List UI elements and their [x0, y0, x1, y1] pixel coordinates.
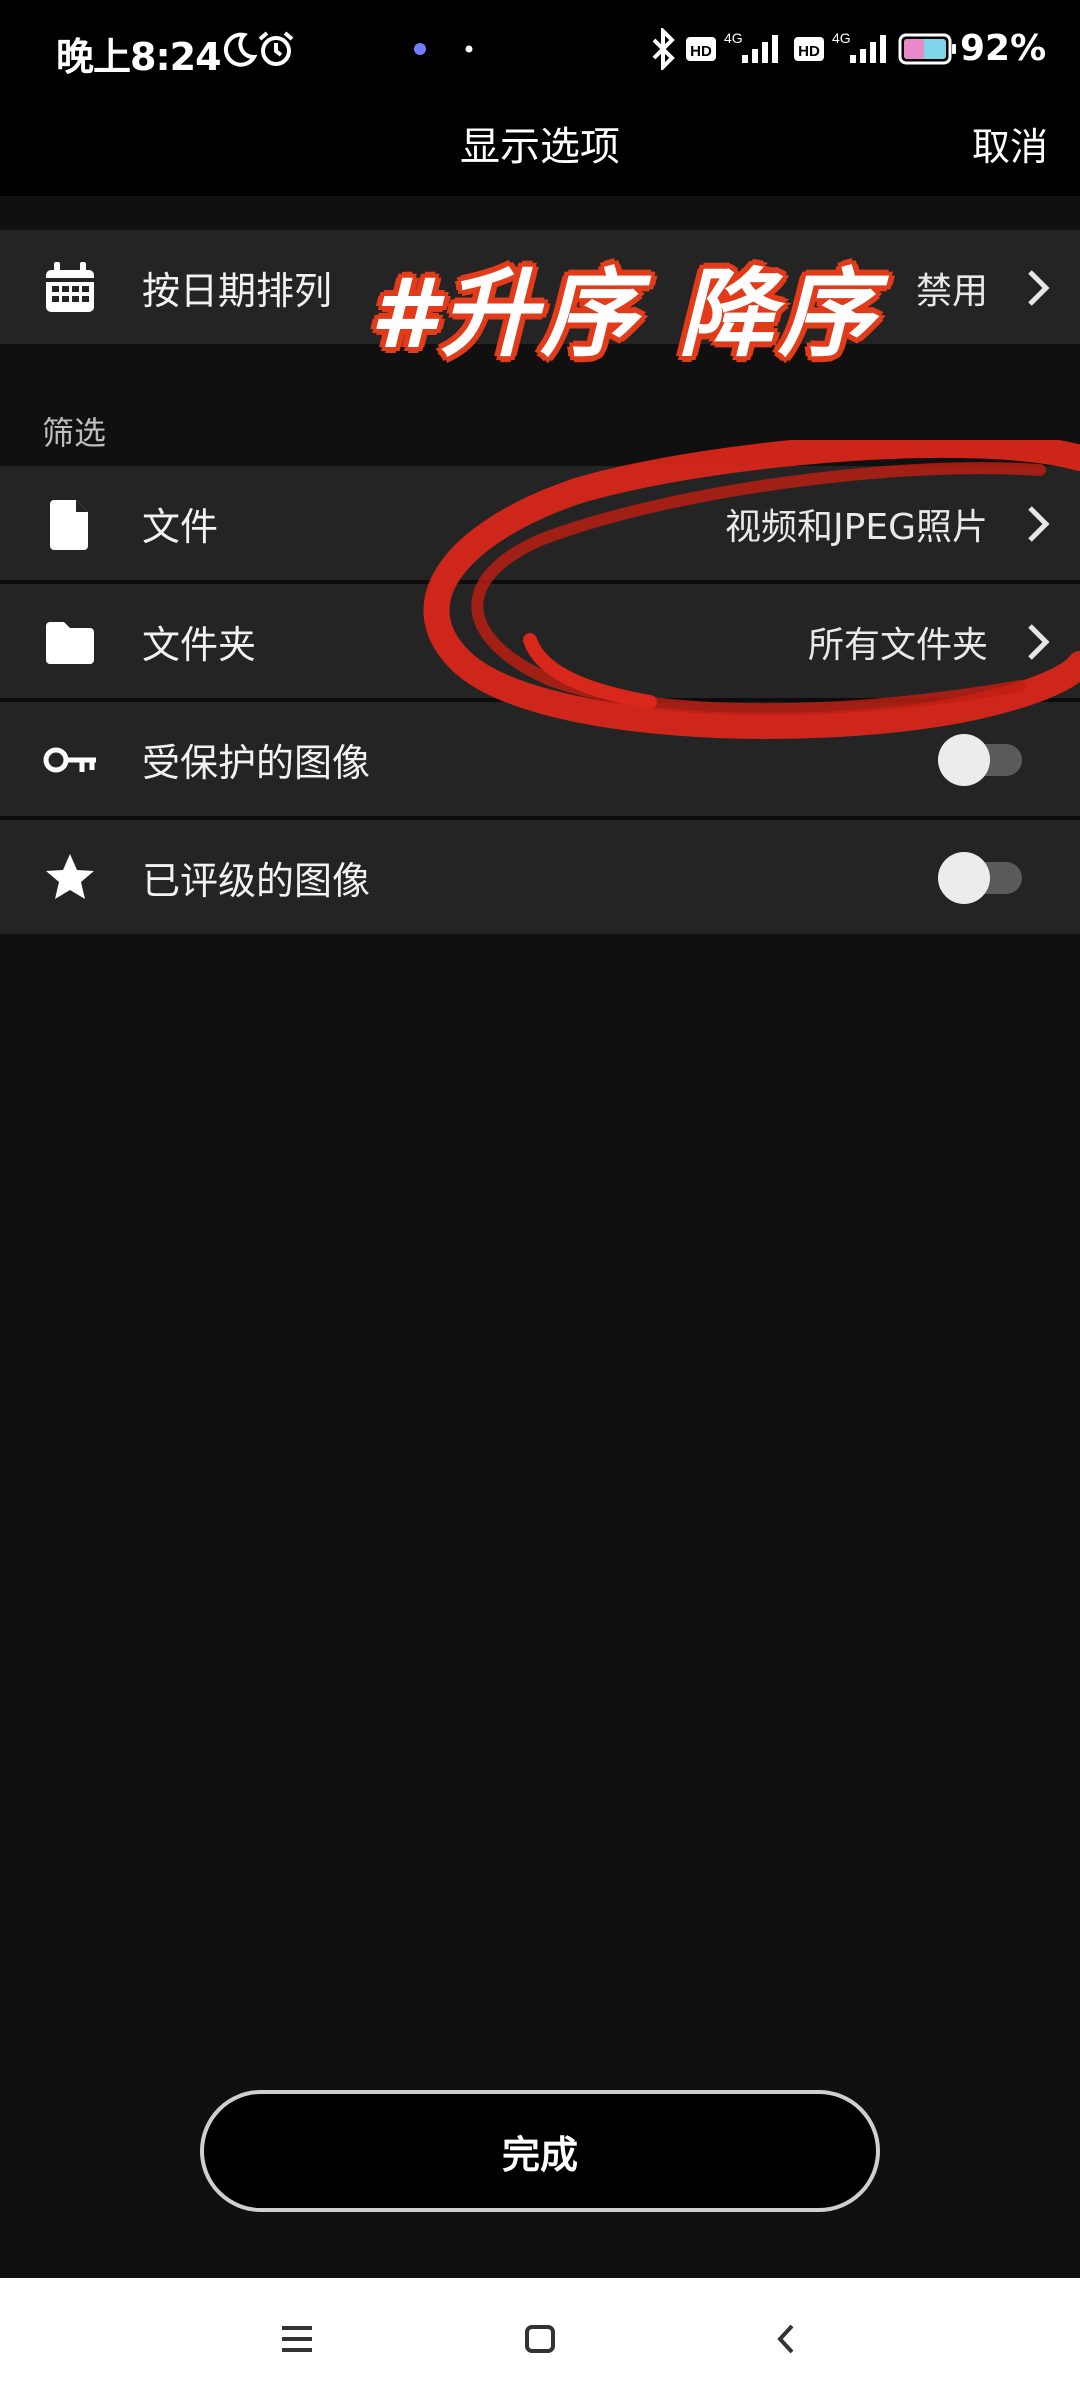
rated-images-toggle[interactable] [938, 852, 1022, 904]
done-button[interactable]: 完成 [200, 2090, 880, 2212]
sort-by-date-label: 按日期排列 [142, 269, 333, 313]
battery-percent: 92% [960, 28, 1047, 69]
filter-file-row[interactable]: 文件 视频和JPEG照片 [0, 466, 1080, 580]
battery-icon [898, 26, 958, 72]
page-title: 显示选项 [460, 124, 620, 170]
moon-icon [218, 26, 258, 72]
protected-images-toggle[interactable] [938, 734, 1022, 786]
header: 显示选项 取消 [0, 100, 1080, 196]
app-notification-icon [412, 26, 428, 72]
home-icon[interactable] [515, 2314, 565, 2364]
signal-2-icon: HD 4G [794, 26, 894, 72]
protected-images-label: 受保护的图像 [142, 741, 371, 785]
folder-icon [46, 622, 94, 664]
filter-folder-value: 所有文件夹 [807, 625, 988, 666]
cancel-button[interactable]: 取消 [972, 116, 1048, 171]
key-icon [43, 747, 96, 773]
status-time: 晚上8:24 [56, 35, 222, 79]
status-bar: 晚上8:24 HD 4G HD 4G 92% [0, 0, 1080, 100]
overlay-annotation-text: #升序 降序 [370, 258, 879, 370]
chevron-right-icon [1028, 624, 1050, 660]
rated-images-row: 已评级的图像 [0, 820, 1080, 934]
bluetooth-icon [648, 26, 678, 72]
svg-text:HD: HD [690, 43, 712, 60]
notification-dot-icon [464, 26, 474, 72]
file-icon [50, 500, 88, 550]
filter-folder-label: 文件夹 [142, 623, 257, 667]
protected-images-row: 受保护的图像 [0, 702, 1080, 816]
navigation-bar [0, 2278, 1080, 2400]
svg-text:HD: HD [798, 43, 820, 60]
back-icon[interactable] [762, 2314, 812, 2364]
menu-icon[interactable] [272, 2314, 322, 2364]
alarm-icon [256, 26, 296, 72]
chevron-right-icon [1028, 506, 1050, 542]
filter-file-label: 文件 [142, 505, 219, 549]
sort-by-date-value: 禁用 [915, 271, 988, 312]
calendar-icon [46, 262, 94, 312]
filter-folder-row[interactable]: 文件夹 所有文件夹 [0, 584, 1080, 698]
star-icon [46, 854, 94, 899]
rated-images-label: 已评级的图像 [142, 859, 371, 903]
svg-text:4G: 4G [724, 30, 743, 46]
spacer [0, 196, 1080, 230]
toggle-knob [938, 734, 990, 786]
filter-file-value: 视频和JPEG照片 [725, 507, 988, 548]
svg-text:4G: 4G [832, 30, 851, 46]
chevron-right-icon [1028, 270, 1050, 306]
filter-section-title: 筛选 [42, 414, 107, 452]
toggle-knob [938, 852, 990, 904]
signal-1-icon: HD 4G [686, 26, 786, 72]
